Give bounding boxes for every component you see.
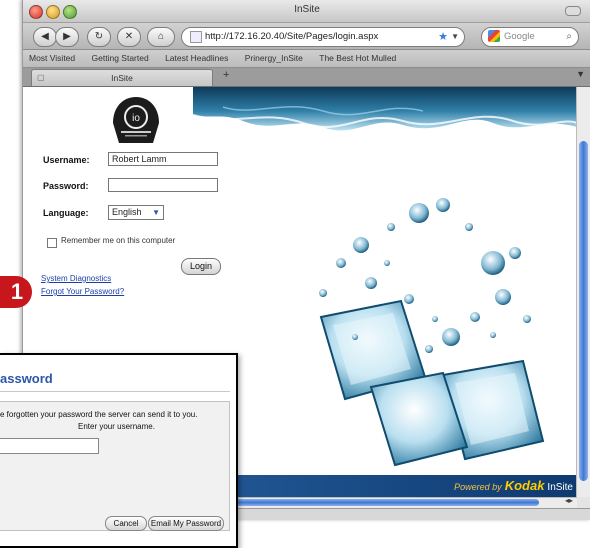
password-field[interactable] (108, 178, 218, 192)
svg-text:io: io (132, 113, 140, 124)
kodak-logo-text: Kodak (504, 478, 545, 493)
username-label: Username: (43, 155, 90, 165)
search-placeholder: Google (504, 31, 535, 42)
tab-label: InSite (111, 73, 133, 83)
tab-insite[interactable]: ▢ InSite (31, 69, 213, 86)
back-button[interactable]: ◀ (33, 27, 57, 47)
bookmark-item[interactable]: Getting Started (92, 50, 149, 67)
vertical-scroll-thumb[interactable] (579, 141, 588, 481)
powered-by-kodak: Powered by Kodak InSite (454, 478, 573, 493)
language-select[interactable]: English ▼ (108, 205, 164, 220)
tab-strip: ▢ InSite + ▼ (23, 68, 590, 87)
remember-me-label: Remember me on this computer (61, 236, 176, 245)
title-bar: InSite (23, 0, 590, 23)
username-field[interactable] (108, 152, 218, 166)
bookmark-star-icon[interactable]: ★ (438, 28, 448, 46)
language-selected-value: English (112, 207, 142, 217)
email-my-password-button[interactable]: Email My Password (148, 516, 224, 531)
bookmark-item[interactable]: Prinergy_InSite (245, 50, 303, 67)
dialog-username-field[interactable] (0, 438, 99, 454)
bookmark-item[interactable]: The Best Hot Mulled (319, 50, 396, 67)
forward-button[interactable]: ▶ (55, 27, 79, 47)
language-label: Language: (43, 208, 89, 218)
google-search-engine-icon[interactable] (488, 30, 500, 43)
scroll-arrows-icon[interactable]: ◂▸ (565, 496, 573, 505)
url-history-dropdown-icon[interactable]: ▼ (451, 28, 459, 46)
bookmark-item[interactable]: Latest Headlines (165, 50, 228, 67)
dialog-divider (0, 391, 230, 392)
stop-button[interactable]: ✕ (117, 27, 141, 47)
remember-me-checkbox[interactable] (47, 238, 57, 248)
step-callout-badge: 1 (0, 276, 32, 308)
home-button[interactable]: ⌂ (147, 27, 175, 47)
window-title: InSite (294, 4, 320, 15)
address-bar[interactable]: http://172.16.20.40/Site/Pages/login.asp… (181, 27, 465, 47)
insite-brand-text: InSite (547, 482, 573, 493)
chevron-down-icon: ▼ (152, 208, 160, 217)
forgot-password-dialog: assword e forgotten your password the se… (0, 353, 238, 548)
search-box[interactable]: Google ⌕ (481, 27, 579, 47)
cancel-button[interactable]: Cancel (105, 516, 147, 531)
forgot-password-link[interactable]: Forgot Your Password? (41, 287, 124, 296)
tab-list-button[interactable]: ▼ (576, 69, 585, 79)
site-favicon-icon (190, 31, 202, 43)
password-label: Password: (43, 181, 89, 191)
tab-close-icon[interactable]: ▢ (37, 70, 45, 86)
login-button[interactable]: Login (181, 258, 221, 275)
forward-arrow-icon: ▶ (63, 31, 71, 42)
home-icon: ⌂ (157, 31, 165, 42)
vertical-scrollbar[interactable] (576, 87, 590, 497)
search-magnifier-icon[interactable]: ⌕ (566, 28, 572, 46)
dialog-message-line-1: e forgotten your password the server can… (0, 410, 198, 419)
bookmark-item[interactable]: Most Visited (29, 50, 75, 67)
powered-by-label: Powered by (454, 482, 502, 492)
toolbar-toggle-button[interactable] (565, 6, 581, 16)
stop-icon: ✕ (124, 31, 134, 42)
bookmarks-toolbar: Most Visited Getting Started Latest Head… (23, 50, 590, 68)
url-text: http://172.16.20.40/Site/Pages/login.asp… (205, 31, 379, 42)
new-tab-button[interactable]: + (223, 69, 229, 81)
dialog-message-line-2: Enter your username. (78, 422, 155, 431)
reload-button[interactable]: ↻ (87, 27, 111, 47)
reload-icon: ↻ (94, 31, 104, 42)
navigation-toolbar: ◀ ▶ ↻ ✕ ⌂ http://172.16.20.40/Site/Pages… (23, 23, 590, 50)
system-diagnostics-link[interactable]: System Diagnostics (41, 274, 111, 283)
back-arrow-icon: ◀ (41, 31, 49, 42)
insite-logo-icon: io (113, 97, 159, 143)
dialog-body: e forgotten your password the server can… (0, 401, 230, 531)
dialog-title: assword (0, 371, 53, 386)
